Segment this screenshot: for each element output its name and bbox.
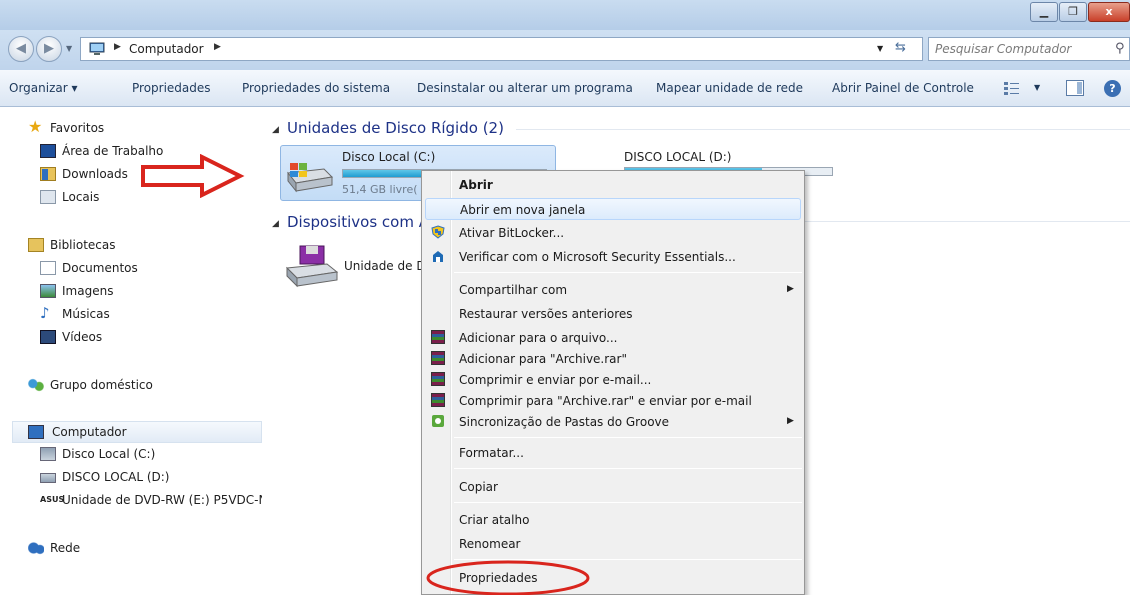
desktop-icon xyxy=(40,144,56,158)
collapse-arrow-icon[interactable]: ◢ xyxy=(272,125,279,135)
menu-item-groove-sync[interactable]: Sincronização de Pastas do Groove ▶ xyxy=(425,411,801,433)
open-control-panel-button[interactable]: Abrir Painel de Controle xyxy=(832,81,974,95)
annotation-circle-icon xyxy=(426,560,590,595)
menu-item-compartilhar-com[interactable]: Compartilhar com ▶ xyxy=(425,279,801,301)
winrar-icon xyxy=(431,393,445,407)
uninstall-program-button[interactable]: Desinstalar ou alterar um programa xyxy=(417,81,633,95)
menu-item-renomear[interactable]: Renomear xyxy=(425,533,801,555)
windows-drive-icon xyxy=(287,163,334,193)
menu-item-adicionar-arquivo[interactable]: Adicionar para o arquivo... xyxy=(425,327,801,349)
recent-places-icon xyxy=(40,190,56,204)
help-icon[interactable]: ? xyxy=(1104,80,1121,97)
command-bar: Organizar ▾ Propriedades Propriedades do… xyxy=(0,70,1130,107)
address-row: ◀ ▶ ▼ ▶ Computador ▶ ▼ ⇆ Pesquisar Compu… xyxy=(0,30,1130,70)
nav-computer[interactable]: Computador xyxy=(12,421,262,443)
network-icon xyxy=(28,541,44,555)
shield-icon xyxy=(431,225,445,239)
security-essentials-icon xyxy=(433,251,443,262)
dvd-drive-name[interactable]: Unidade de D xyxy=(344,259,426,273)
videos-icon xyxy=(40,330,56,344)
properties-button[interactable]: Propriedades xyxy=(132,81,211,95)
drive-d-name[interactable]: DISCO LOCAL (D:) xyxy=(624,150,731,164)
search-icon[interactable]: ⚲ xyxy=(1115,41,1125,56)
winrar-icon xyxy=(431,372,445,386)
groove-icon xyxy=(432,415,444,427)
asus-dvd-icon: ASUS xyxy=(40,495,65,504)
annotation-arrow-icon xyxy=(141,154,245,198)
documents-icon xyxy=(40,261,56,275)
menu-item-criar-atalho[interactable]: Criar atalho xyxy=(425,509,801,531)
minimize-button[interactable]: ▁ xyxy=(1030,2,1058,22)
search-input[interactable]: Pesquisar Computador ⚲ xyxy=(928,37,1130,61)
view-options-icon[interactable] xyxy=(1003,80,1021,96)
computer-icon xyxy=(89,42,105,55)
drive-icon xyxy=(40,473,56,483)
pictures-icon xyxy=(40,284,56,298)
preview-pane-icon[interactable] xyxy=(1066,80,1084,96)
view-dropdown-icon[interactable]: ▼ xyxy=(1034,83,1040,92)
context-menu: Abrir Abrir em nova janela Ativar BitLoc… xyxy=(421,170,805,595)
drive-c-free-space: 51,4 GB livre( xyxy=(342,183,418,196)
map-network-drive-button[interactable]: Mapear unidade de rede xyxy=(656,81,803,95)
winrar-icon xyxy=(431,351,445,365)
menu-item-abrir[interactable]: Abrir xyxy=(425,174,801,196)
music-icon: ♪ xyxy=(40,304,50,322)
breadcrumb-computador[interactable]: Computador xyxy=(129,42,204,56)
downloads-folder-icon xyxy=(40,167,56,181)
menu-item-ativar-bitlocker[interactable]: Ativar BitLocker... xyxy=(425,222,801,244)
title-bar: ▁ ❐ x xyxy=(0,0,1130,30)
menu-item-security-essentials[interactable]: Verificar com o Microsoft Security Essen… xyxy=(425,246,801,268)
refresh-icon[interactable]: ⇆ xyxy=(895,40,906,55)
breadcrumb-separator[interactable]: ▶ xyxy=(214,42,221,52)
system-properties-button[interactable]: Propriedades do sistema xyxy=(242,81,390,95)
libraries-icon xyxy=(28,238,44,252)
star-icon: ★ xyxy=(28,117,43,136)
menu-item-adicionar-archive-rar[interactable]: Adicionar para "Archive.rar" xyxy=(425,348,801,370)
group-removable-storage[interactable]: Dispositivos com A xyxy=(287,213,429,231)
group-divider xyxy=(802,221,1130,222)
history-dropdown-icon[interactable]: ▼ xyxy=(66,44,72,53)
submenu-arrow-icon: ▶ xyxy=(787,416,794,426)
group-hard-disk-drives[interactable]: Unidades de Disco Rígido (2) xyxy=(287,119,504,137)
menu-item-restaurar-versoes[interactable]: Restaurar versões anteriores xyxy=(425,303,801,325)
search-placeholder: Pesquisar Computador xyxy=(935,42,1072,56)
menu-item-copiar[interactable]: Copiar xyxy=(425,476,801,498)
breadcrumb-separator[interactable]: ▶ xyxy=(114,42,121,52)
collapse-arrow-icon[interactable]: ◢ xyxy=(272,219,279,229)
back-button[interactable]: ◀ xyxy=(8,36,34,62)
menu-item-formatar[interactable]: Formatar... xyxy=(425,442,801,464)
forward-button[interactable]: ▶ xyxy=(36,36,62,62)
organize-button[interactable]: Organizar ▾ xyxy=(9,81,78,95)
drive-c-name: Disco Local (C:) xyxy=(342,150,436,164)
homegroup-icon xyxy=(28,378,44,392)
group-divider xyxy=(516,129,1130,130)
submenu-arrow-icon: ▶ xyxy=(787,284,794,294)
dvd-drive-icon xyxy=(285,245,339,288)
winrar-icon xyxy=(431,330,445,344)
address-dropdown-icon[interactable]: ▼ xyxy=(877,44,883,53)
nav-dvd-drive[interactable]: ASUS Unidade de DVD-RW (E:) P5VDC-N xyxy=(40,491,262,511)
maximize-button[interactable]: ❐ xyxy=(1059,2,1087,22)
close-button[interactable]: x xyxy=(1088,2,1130,22)
menu-item-comprimir-email[interactable]: Comprimir e enviar por e-mail... xyxy=(425,369,801,391)
address-bar[interactable]: ▶ Computador ▶ ▼ ⇆ xyxy=(80,37,923,61)
system-drive-icon xyxy=(40,447,56,461)
menu-item-abrir-nova-janela[interactable]: Abrir em nova janela xyxy=(425,198,801,220)
computer-icon xyxy=(28,425,44,439)
menu-item-comprimir-archive-email[interactable]: Comprimir para "Archive.rar" e enviar po… xyxy=(425,390,801,412)
